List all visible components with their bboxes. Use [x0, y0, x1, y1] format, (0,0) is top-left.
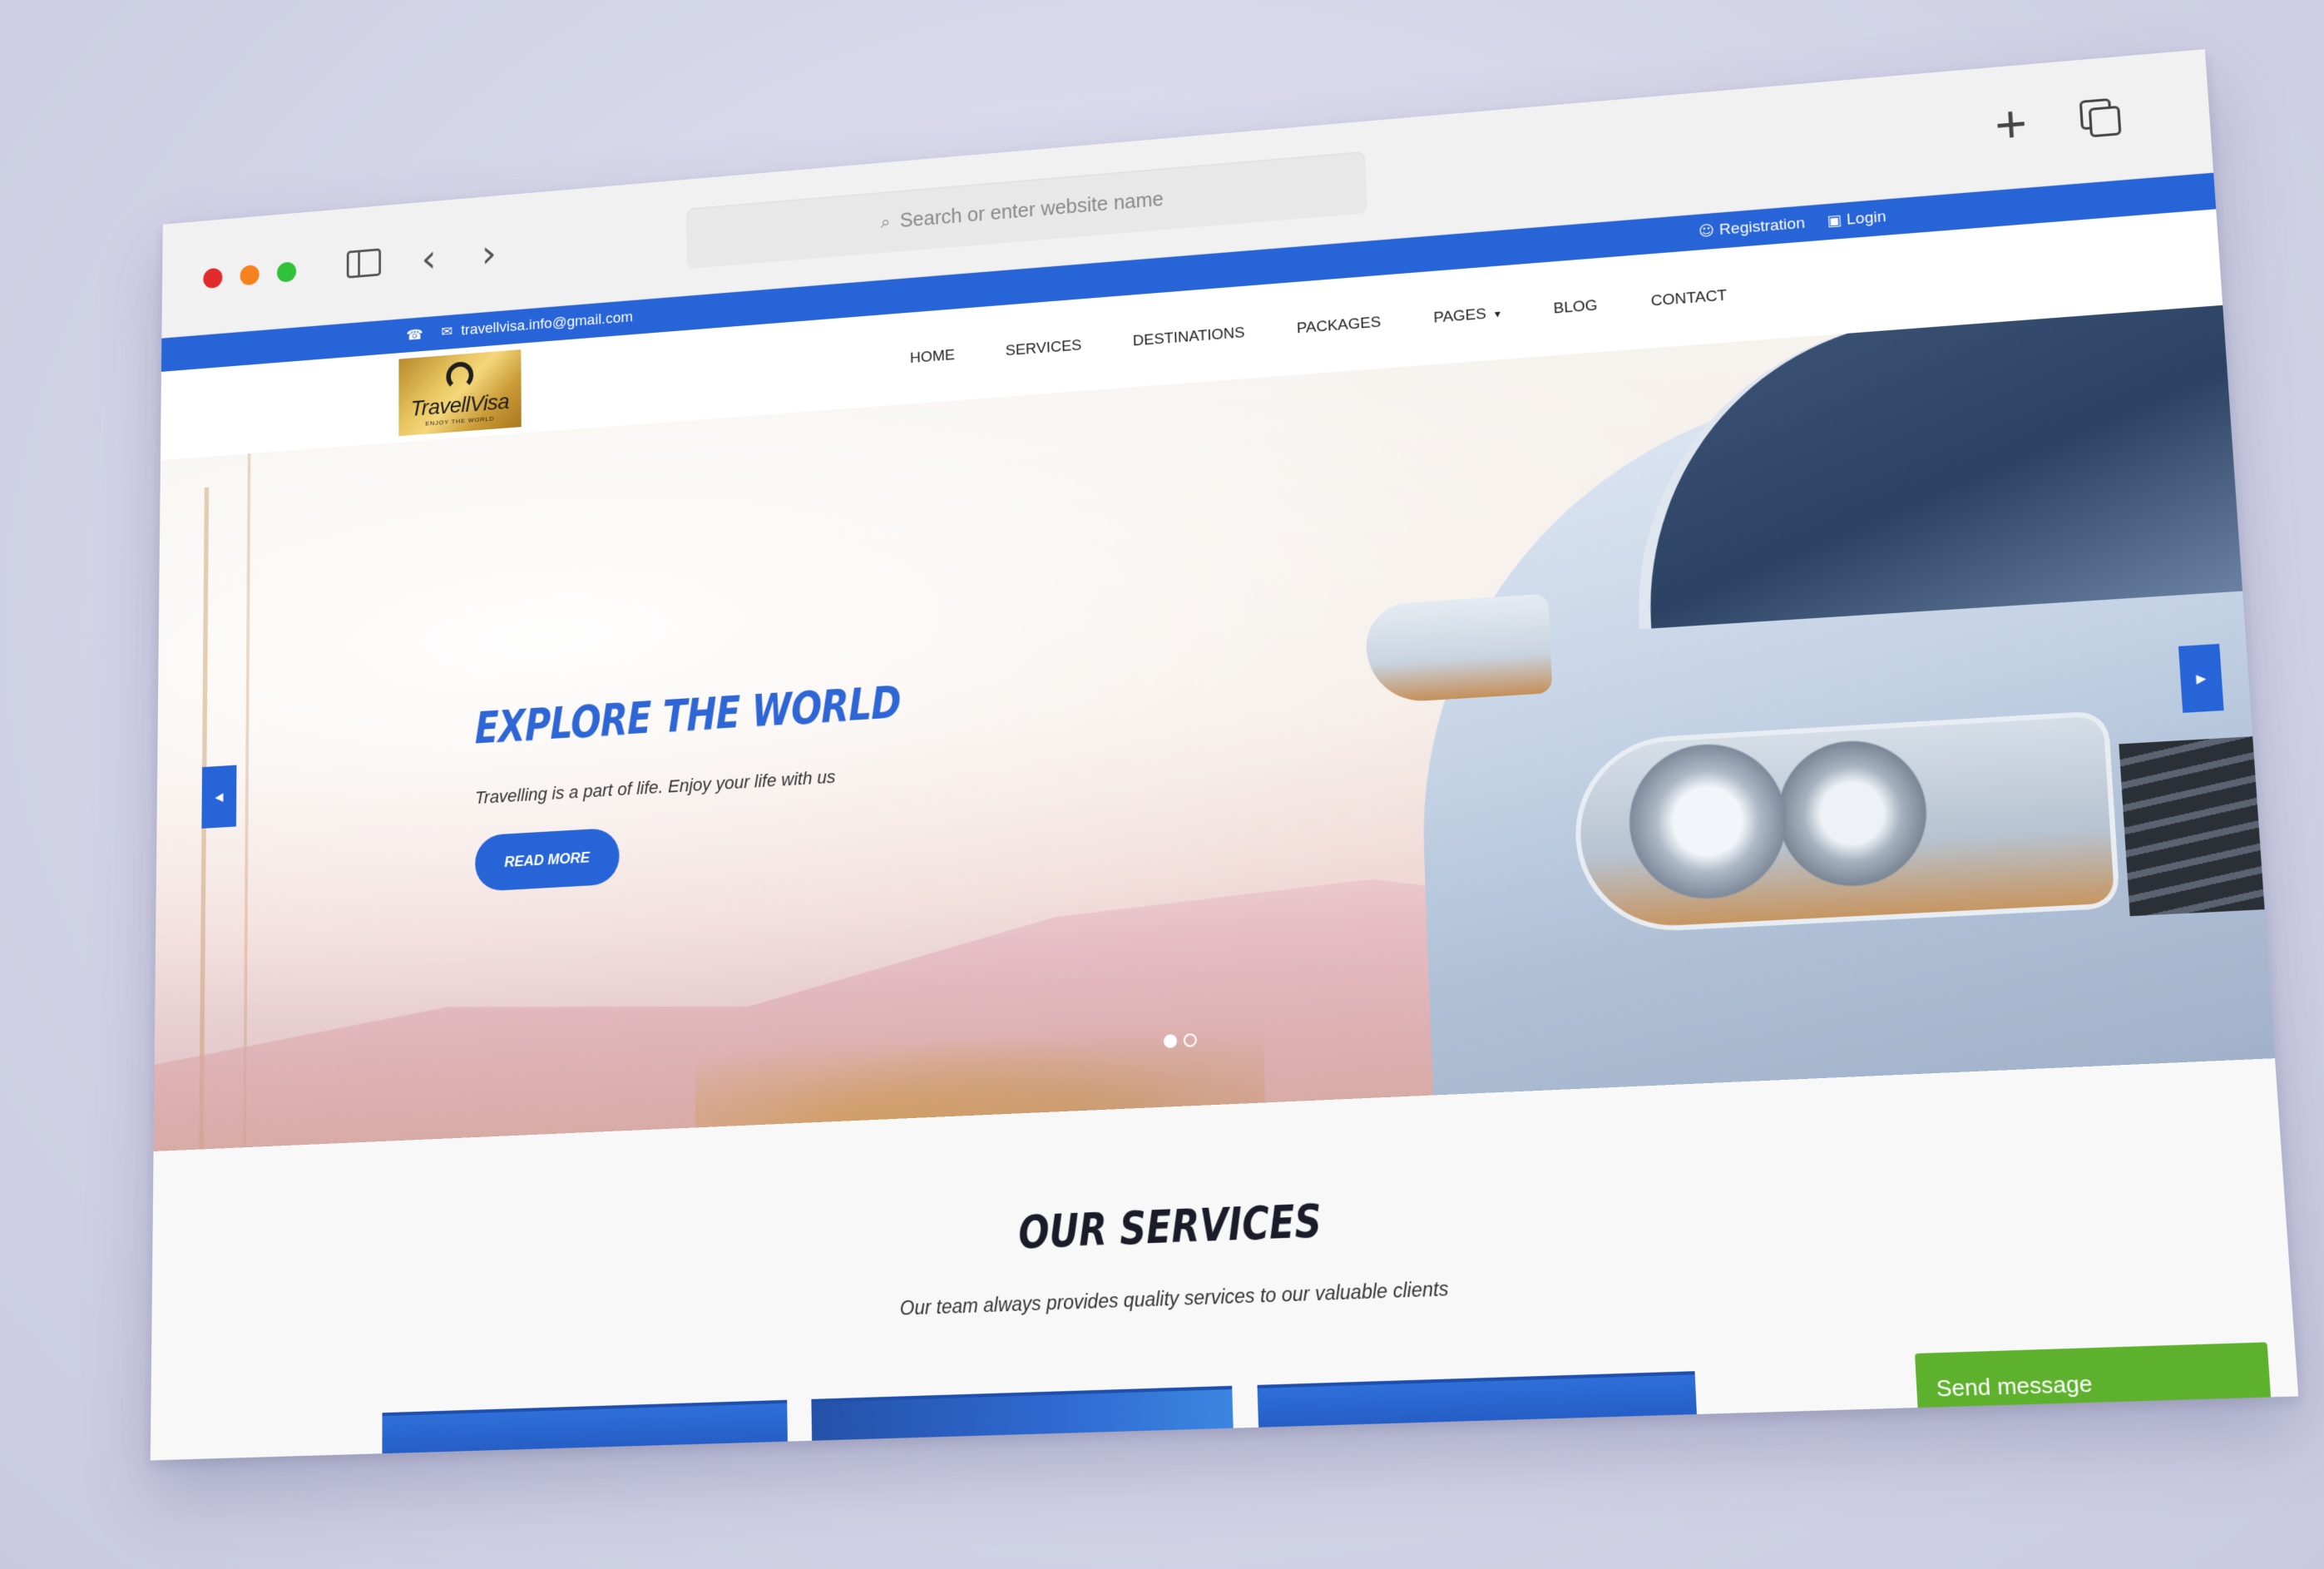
- service-card[interactable]: [1257, 1371, 1698, 1441]
- hero-content: EXPLORE THE WORLD Travelling is a part o…: [475, 670, 1000, 892]
- auth-links: ☺ Registration ▣ Login: [1698, 208, 1887, 240]
- browser-window: ‹ › ⌕ Search or enter website name + ☎ ✉…: [150, 49, 2299, 1461]
- envelope-icon: ✉: [441, 323, 453, 341]
- contact-email[interactable]: travellvisa.info@gmail.com: [461, 309, 633, 339]
- menu-item-destinations[interactable]: DESTINATIONS: [1133, 324, 1245, 350]
- maximize-window-button[interactable]: [276, 261, 297, 283]
- caret-down-icon: ▾: [1494, 306, 1501, 320]
- service-card[interactable]: [382, 1399, 789, 1461]
- minimize-window-button[interactable]: [240, 264, 260, 286]
- sidebar-toggle-icon[interactable]: [346, 248, 382, 279]
- hero-subtitle: Travelling is a part of life. Enjoy your…: [475, 766, 836, 809]
- phone-icon: ☎: [406, 325, 423, 344]
- logo-emblem-icon: [446, 360, 474, 391]
- registration-link[interactable]: ☺ Registration: [1698, 215, 1806, 241]
- menu-item-blog[interactable]: BLOG: [1553, 297, 1598, 318]
- site-logo[interactable]: TravellVisa ENJOY THE WORLD: [398, 349, 522, 437]
- new-tab-plus-icon[interactable]: +: [1993, 94, 2029, 156]
- address-placeholder: Search or enter website name: [899, 187, 1164, 232]
- hero-title: EXPLORE THE WORLD: [474, 676, 902, 755]
- tabs-overview-icon[interactable]: [2079, 97, 2122, 138]
- menu-item-packages[interactable]: PACKAGES: [1297, 314, 1382, 338]
- service-card[interactable]: [811, 1385, 1234, 1454]
- window-controls: [203, 261, 297, 290]
- forward-arrow-icon[interactable]: ›: [482, 231, 497, 277]
- menu-item-services[interactable]: SERVICES: [1006, 337, 1082, 360]
- service-cards: [382, 1371, 1698, 1461]
- caret-right-icon: ▸: [2195, 667, 2207, 690]
- slider-prev-button[interactable]: ◂: [201, 765, 237, 829]
- hero-car-image: [1364, 304, 2276, 1121]
- search-icon: ⌕: [880, 211, 891, 232]
- caret-left-icon: ◂: [215, 786, 224, 807]
- lock-icon: ▣: [1826, 211, 1842, 230]
- close-window-button[interactable]: [203, 267, 223, 290]
- slider-dots: [1163, 1032, 1198, 1048]
- back-arrow-icon[interactable]: ‹: [422, 236, 437, 282]
- send-message-button[interactable]: Send message: [1914, 1342, 2272, 1425]
- login-link[interactable]: ▣ Login: [1827, 208, 1886, 230]
- menu-item-home[interactable]: HOME: [910, 347, 955, 368]
- slider-next-button[interactable]: ▸: [2178, 643, 2224, 713]
- read-more-button[interactable]: READ MORE: [475, 827, 620, 892]
- menu-item-contact[interactable]: CONTACT: [1650, 287, 1727, 311]
- menu-item-pages[interactable]: PAGES ▾: [1433, 304, 1501, 327]
- add-user-icon: ☺: [1698, 221, 1715, 240]
- slider-dot[interactable]: [1163, 1034, 1178, 1048]
- slider-dot[interactable]: [1183, 1032, 1198, 1047]
